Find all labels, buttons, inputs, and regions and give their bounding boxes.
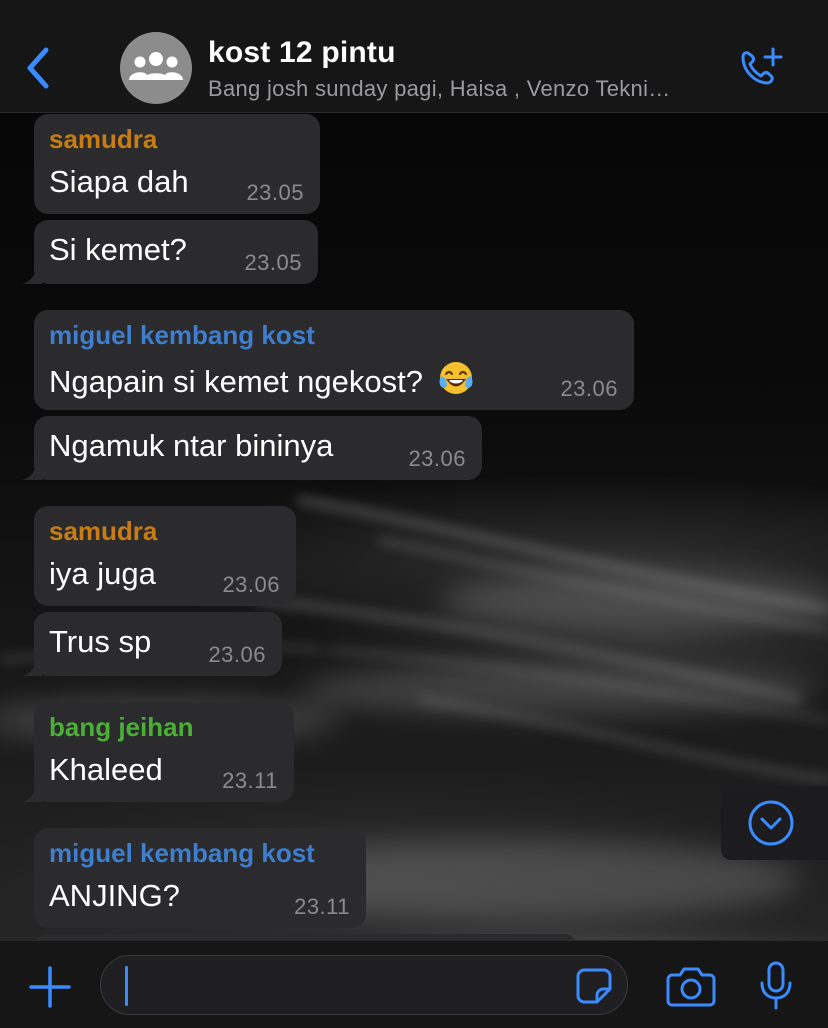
message-sender: miguel kembang kost (49, 320, 315, 350)
participants-list[interactable]: Bang josh sunday pagi, Haisa , Venzo Tek… (208, 76, 718, 102)
laughing-crying-emoji-icon (439, 362, 473, 394)
message-time: 23.05 (246, 180, 304, 205)
message-sender: bang jeihan (49, 712, 194, 742)
bubble-tail (22, 460, 42, 480)
add-call-icon (741, 47, 783, 85)
message-time: 23.11 (294, 894, 350, 919)
message-text: ANJING? (49, 878, 180, 913)
attach-button[interactable] (26, 963, 74, 1011)
scroll-to-bottom-button[interactable] (721, 786, 828, 860)
message-time: 23.06 (408, 446, 466, 471)
chat-screen: kost 12 pintu Bang josh sunday pagi, Hai… (0, 0, 828, 1028)
chat-title[interactable]: kost 12 pintu (208, 36, 396, 70)
message-input[interactable] (125, 964, 555, 1006)
message-text: Ngamuk ntar bininya (49, 428, 334, 463)
message-bubble[interactable]: Si kemet? 23.05 (22, 220, 318, 284)
camera-icon (666, 967, 716, 1007)
message-text-content: Ngapain si kemet ngekost? (49, 364, 423, 399)
message-bubble[interactable]: samudra iya juga 23.06 (34, 506, 296, 606)
message-bubble[interactable]: Ngamuk ntar bininya 23.06 (22, 416, 482, 480)
message-bubble[interactable]: miguel kembang kost Ngapain si kemet nge… (34, 310, 634, 410)
message-input-container[interactable] (100, 955, 628, 1015)
message-text: Trus sp (49, 624, 152, 659)
message-text: Ngapain si kemet ngekost? (49, 360, 474, 400)
sticker-icon (576, 968, 612, 1004)
message-sender: samudra (49, 124, 158, 154)
message-text: Khaleed (49, 752, 163, 787)
message-bubble[interactable]: samudra Siapa dah 23.05 (34, 114, 320, 214)
bubble-tail (22, 656, 42, 676)
chevron-left-icon (27, 47, 49, 89)
message-sender: miguel kembang kost (49, 838, 315, 868)
message-time: 23.11 (222, 768, 278, 793)
add-call-button[interactable] (732, 44, 788, 96)
message-sender: samudra (49, 516, 158, 546)
text-cursor (125, 966, 128, 1006)
message-text: Siapa dah (49, 164, 189, 199)
plus-icon (29, 966, 71, 1008)
sticker-button[interactable] (573, 966, 615, 1006)
message-time: 23.05 (244, 250, 302, 275)
message-time: 23.06 (208, 642, 266, 667)
message-bubble[interactable]: bang jeihan Khaleed 23.11 (22, 702, 294, 802)
microphone-icon (760, 961, 792, 1010)
bubble-tail (22, 782, 42, 802)
group-icon (129, 52, 183, 80)
message-bubble[interactable]: Trus sp 23.06 (22, 612, 282, 676)
bubble-tail (22, 264, 42, 284)
back-button[interactable] (18, 42, 58, 94)
composer-bar (0, 940, 828, 1028)
voice-message-button[interactable] (752, 959, 800, 1013)
group-avatar[interactable] (120, 32, 192, 104)
message-text: Si kemet? (49, 232, 187, 267)
chat-header: kost 12 pintu Bang josh sunday pagi, Hai… (0, 0, 828, 113)
camera-button[interactable] (664, 961, 718, 1011)
chevron-down-circle-icon (748, 800, 794, 846)
message-time: 23.06 (222, 572, 280, 597)
message-bubble[interactable]: miguel kembang kost ANJING? 23.11 (34, 828, 366, 928)
message-text: iya juga (49, 556, 156, 591)
message-time: 23.06 (560, 376, 618, 401)
